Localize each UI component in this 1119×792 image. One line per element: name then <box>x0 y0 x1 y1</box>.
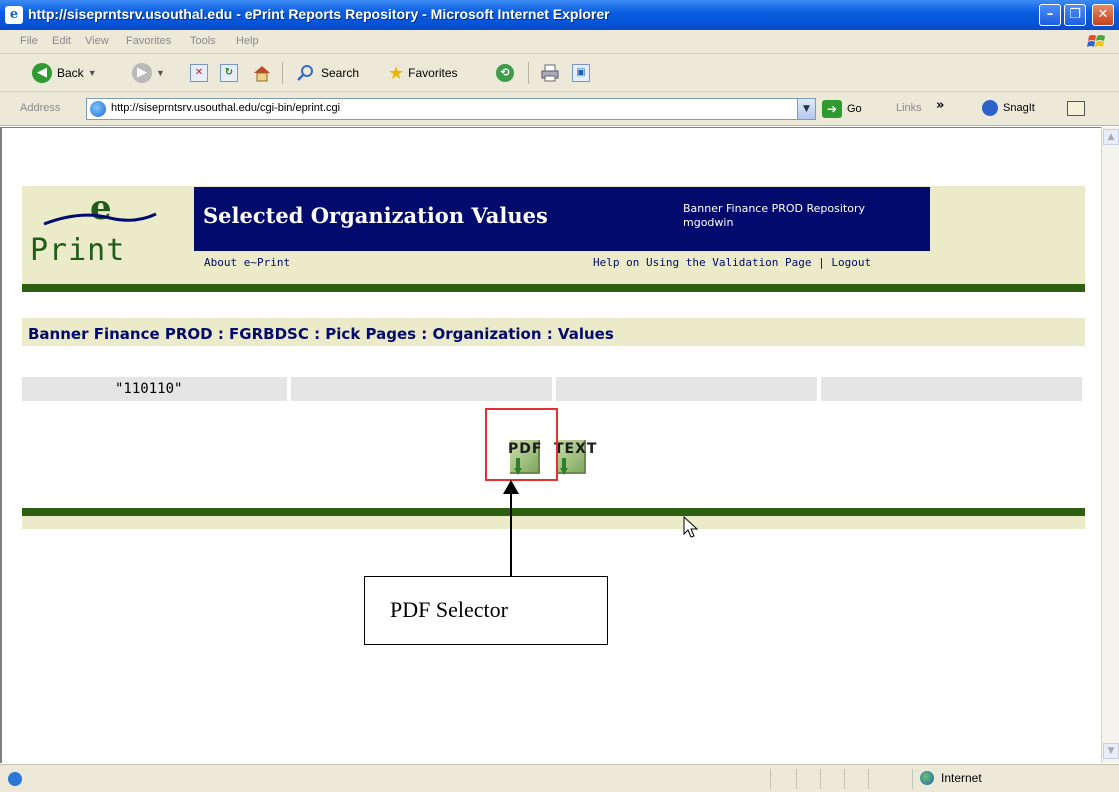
footer-band <box>22 516 1085 529</box>
header-links: Help on Using the Validation Page | Logo… <box>593 256 871 269</box>
snagit-editor-icon[interactable] <box>1067 101 1085 116</box>
logout-link[interactable]: Logout <box>831 256 871 269</box>
links-toolbar[interactable]: Links <box>896 102 922 114</box>
zone-label: Internet <box>941 771 982 785</box>
text-label: TEXT <box>554 441 598 457</box>
org-value: "110110" <box>115 381 183 397</box>
security-zone[interactable]: Internet <box>920 771 982 785</box>
ie-app-icon[interactable]: e <box>5 6 23 24</box>
address-dropdown-icon[interactable]: ▼ <box>797 99 815 119</box>
snagit-button[interactable]: SnagIt <box>982 100 1035 116</box>
printer-icon <box>541 64 559 82</box>
toolbar-separator <box>528 62 529 84</box>
minimize-button[interactable]: – <box>1039 4 1061 26</box>
link-separator: | <box>818 256 825 269</box>
menu-view[interactable]: View <box>85 35 109 47</box>
print-button[interactable] <box>540 62 560 84</box>
history-button[interactable]: ⟲ <box>496 62 514 84</box>
scroll-down-icon[interactable]: ▼ <box>1103 743 1119 759</box>
search-button[interactable]: Search <box>296 62 359 84</box>
go-label: Go <box>847 103 862 115</box>
value-cell-4 <box>821 377 1082 401</box>
title-bar[interactable]: e http://siseprntsrv.usouthal.edu - ePri… <box>0 0 1119 30</box>
home-icon <box>254 66 270 82</box>
footer-divider <box>22 508 1085 516</box>
value-cell-3 <box>556 377 817 401</box>
menu-tools[interactable]: Tools <box>190 35 216 47</box>
pdf-highlight-box <box>485 408 558 481</box>
menu-favorites[interactable]: Favorites <box>126 35 171 47</box>
scroll-up-icon[interactable]: ▲ <box>1103 129 1119 145</box>
status-bar: Internet <box>0 764 1119 792</box>
toolbar-separator <box>282 62 283 84</box>
callout-text: PDF Selector <box>390 597 508 622</box>
username: mgodwin <box>683 216 734 229</box>
page-title: Selected Organization Values <box>203 203 548 228</box>
callout-arrow-icon <box>503 480 519 494</box>
links-chevron-icon[interactable]: » <box>936 98 944 113</box>
snagit-capture-button[interactable]: ▣ <box>572 62 590 84</box>
chevron-down-icon[interactable]: ▼ <box>156 68 165 78</box>
vertical-scrollbar[interactable]: ▲ ▼ <box>1101 127 1119 763</box>
home-button[interactable] <box>252 62 272 84</box>
download-arrow-icon <box>560 458 568 475</box>
title-banner: Selected Organization Values Banner Fina… <box>194 187 930 251</box>
mouse-cursor-icon <box>683 516 699 538</box>
snagit-label: SnagIt <box>1003 102 1035 114</box>
callout-line <box>510 490 512 576</box>
maximize-button[interactable]: ❐ <box>1064 4 1086 26</box>
go-button[interactable]: ➜ Go <box>822 100 862 118</box>
refresh-icon: ↻ <box>220 64 238 82</box>
internet-globe-icon <box>920 771 934 785</box>
value-cell-2 <box>291 377 552 401</box>
back-button[interactable]: ◀ Back ▼ <box>32 62 97 84</box>
about-eprint-link[interactable]: About e~Print <box>204 256 290 269</box>
address-input[interactable]: http://siseprntsrv.usouthal.edu/cgi-bin/… <box>86 98 816 120</box>
forward-button[interactable]: ▶ ▼ <box>132 62 165 84</box>
status-divider <box>868 769 869 789</box>
help-validation-link[interactable]: Help on Using the Validation Page <box>593 256 812 269</box>
address-bar: Address http://siseprntsrv.usouthal.edu/… <box>0 92 1119 126</box>
url-text[interactable]: http://siseprntsrv.usouthal.edu/cgi-bin/… <box>111 102 340 114</box>
repository-name: Banner Finance PROD Repository <box>683 202 865 215</box>
breadcrumb: Banner Finance PROD : FGRBDSC : Pick Pag… <box>28 325 614 343</box>
snagit-icon <box>982 100 998 116</box>
ie-page-icon <box>90 101 106 117</box>
chevron-down-icon[interactable]: ▼ <box>88 68 97 78</box>
history-icon: ⟲ <box>496 64 514 82</box>
eprint-logo-swoosh-icon <box>43 212 157 226</box>
menu-file[interactable]: File <box>20 35 38 47</box>
header-divider <box>22 284 1085 292</box>
go-arrow-icon: ➜ <box>822 100 842 118</box>
favorites-button[interactable]: ★ Favorites <box>388 62 458 84</box>
status-divider <box>912 769 913 789</box>
search-label: Search <box>321 66 360 80</box>
menu-edit[interactable]: Edit <box>52 35 71 47</box>
eprint-logo-print: Print <box>30 233 126 268</box>
refresh-button[interactable]: ↻ <box>220 62 238 84</box>
callout-box: PDF Selector <box>364 576 608 645</box>
capture-window-icon: ▣ <box>572 64 590 82</box>
stop-icon: ✕ <box>190 64 208 82</box>
star-icon: ★ <box>388 62 405 83</box>
back-label: Back <box>57 66 84 80</box>
address-label: Address <box>20 102 61 114</box>
close-button[interactable]: ✕ <box>1092 4 1114 26</box>
status-divider <box>844 769 845 789</box>
status-divider <box>796 769 797 789</box>
forward-arrow-icon: ▶ <box>132 63 152 83</box>
standard-toolbar: ◀ Back ▼ ▶ ▼ ✕ ↻ Search ★ Favorites ⟲ ▣ <box>0 54 1119 92</box>
status-divider <box>820 769 821 789</box>
menu-help[interactable]: Help <box>236 35 259 47</box>
ie-status-icon <box>8 772 22 786</box>
window-title: http://siseprntsrv.usouthal.edu - ePrint… <box>28 6 610 22</box>
status-divider <box>770 769 771 789</box>
stop-button[interactable]: ✕ <box>190 62 208 84</box>
favorites-label: Favorites <box>408 66 458 80</box>
menu-bar: File Edit View Favorites Tools Help <box>0 30 1119 54</box>
windows-logo-icon <box>1087 35 1105 47</box>
back-arrow-icon: ◀ <box>32 63 52 83</box>
search-icon <box>297 65 313 81</box>
